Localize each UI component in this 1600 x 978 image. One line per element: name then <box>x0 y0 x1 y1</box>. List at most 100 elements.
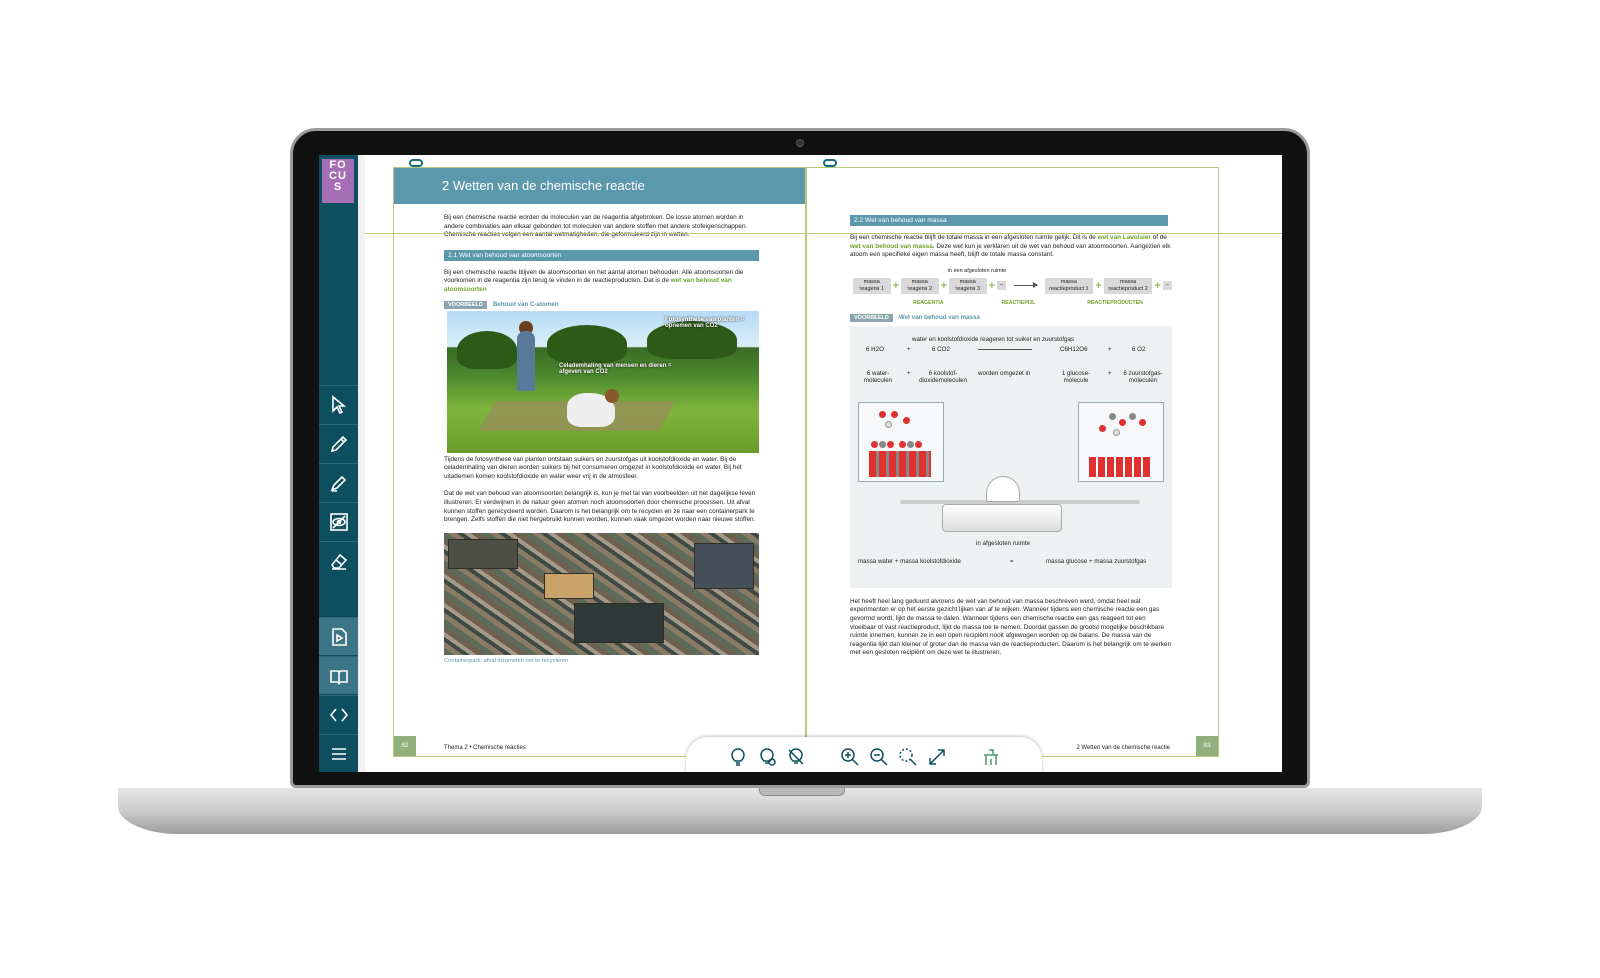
park-photo: Fotosynthese van planten = opnemen van C… <box>447 310 759 453</box>
pointer-tool[interactable] <box>319 385 358 423</box>
girl <box>517 330 535 391</box>
eq-word: 6 zuurstofgas-moleculen <box>1123 369 1163 384</box>
right-vessel <box>1078 401 1164 482</box>
body-text: Het heeft heel lang geduurd alvorens de … <box>850 597 1172 657</box>
shed <box>574 602 664 643</box>
eq-term: + <box>907 345 911 353</box>
balance-base <box>942 503 1062 532</box>
bottom-toolbar <box>686 737 1042 772</box>
laptop-notch <box>759 788 845 796</box>
photo-label-respiration: Celademhaling van mensen en dieren = afg… <box>559 362 672 375</box>
code-tool[interactable] <box>319 695 358 733</box>
sidebar: FO CU S <box>319 155 358 772</box>
reagent-box: – <box>997 281 1007 291</box>
text-part: of de <box>1152 234 1167 241</box>
oxygen-atom <box>1119 418 1126 426</box>
eraser-tool[interactable] <box>319 541 358 579</box>
book-viewer: 2 Wetten van de chemische reactie Bij ee… <box>365 155 1282 772</box>
marker-tool[interactable] <box>319 463 358 501</box>
hide-icon <box>329 512 348 531</box>
shed <box>544 572 594 599</box>
eq-word: 6 water-moleculen <box>863 369 893 384</box>
oxygen-atom <box>915 440 922 448</box>
oxygen-atom <box>887 440 894 448</box>
lightbulb-hide-button[interactable] <box>785 746 807 768</box>
link-icon[interactable] <box>409 159 423 167</box>
hide-tool[interactable] <box>319 502 358 540</box>
oxygen-atom <box>1099 424 1106 432</box>
book-tool[interactable] <box>319 656 358 694</box>
body-text: Dat de wet van behoud van atoomsoorten b… <box>444 490 756 524</box>
lightbulb-icon <box>730 748 745 766</box>
oxygen-atom <box>871 440 878 448</box>
text-part: Bij een chemische reactie blijft de tota… <box>850 234 1096 241</box>
zoom-in-button[interactable] <box>839 746 861 768</box>
zoom-fit-button[interactable] <box>897 746 919 768</box>
section-title: 2.1 Wet van behoud van atoomsoorten <box>444 249 759 261</box>
section-text: Bij een chemische reactie blijft de tota… <box>850 234 1172 260</box>
screen: FO CU S 2 Wetten van de chemische reactie … <box>319 155 1282 772</box>
eq-word: 6 koolstof-dioxidemoleculen <box>919 369 967 384</box>
guide-line <box>365 233 1282 234</box>
eraser-icon <box>330 553 347 570</box>
plus-sign: + <box>940 279 947 292</box>
eq-term: 6 O2 <box>1132 345 1146 353</box>
plus-sign: + <box>988 279 995 292</box>
oxygen-atom <box>903 416 910 424</box>
plus-sign: + <box>1095 279 1102 292</box>
term-link[interactable]: wet van behoud van massa <box>850 243 933 250</box>
oxygen-atom <box>1139 418 1146 426</box>
balance-dial <box>986 475 1020 502</box>
shed <box>448 538 518 569</box>
reagent-box: massa reagens 2 <box>901 277 939 294</box>
zoom-out-icon <box>869 748 888 766</box>
carbon-atom <box>907 440 914 448</box>
shed <box>694 542 754 589</box>
mass-left: massa water + massa koolstofdioxide <box>858 557 962 565</box>
chapter-title: 2 Wetten van de chemische reactie <box>394 168 805 204</box>
lightbulb-button[interactable] <box>727 746 749 768</box>
eq-word: + <box>907 369 911 377</box>
lightbulb-show-icon <box>759 748 776 766</box>
tree <box>457 330 517 369</box>
zoom-out-button[interactable] <box>868 746 890 768</box>
link-icon[interactable] <box>823 159 837 167</box>
label-reagents: REAGENTIA <box>913 299 944 306</box>
focus-logo: FO CU S <box>322 159 354 203</box>
eq-word: worden omgezet in <box>978 369 1031 377</box>
video-tool[interactable] <box>319 617 358 655</box>
balance-caption: in afgesloten ruimte <box>976 539 1030 547</box>
example-badge: VOORBEELD <box>850 313 893 322</box>
fullscreen-button[interactable] <box>926 746 948 768</box>
example-title: Behoud van C-atomen <box>492 301 559 309</box>
term-link[interactable]: wet van Lavoisier <box>1098 234 1151 241</box>
eq-arrow <box>978 348 1032 350</box>
product-box: – <box>1162 281 1172 291</box>
lightbulb-show-button[interactable] <box>756 746 778 768</box>
dog-ear <box>605 388 619 403</box>
mass-right: massa glucose + massa zuurstofgas <box>1046 557 1147 565</box>
carbon-atom <box>1129 412 1136 420</box>
page-number: 82 <box>394 736 416 756</box>
reagent-box: massa reagens 1 <box>853 277 891 294</box>
o2-stack <box>1089 456 1151 477</box>
plus-sign: + <box>892 279 899 292</box>
oxygen-atom <box>891 410 898 418</box>
oxygen-atom <box>879 410 886 418</box>
tree <box>547 324 627 363</box>
pencil-tool[interactable] <box>319 424 358 462</box>
page-number: 83 <box>1196 736 1218 756</box>
co2-stack <box>869 450 931 477</box>
section-text: Bij een chemische reactie blijven de ato… <box>444 269 759 295</box>
menu-icon <box>331 747 346 760</box>
eq-word: 1 glucose-molecule <box>1061 369 1091 384</box>
eq-term: + <box>1108 345 1112 353</box>
example-header: VOORBEELD Wet van behoud van massa <box>850 313 1172 322</box>
page-view-button[interactable] <box>980 746 1002 768</box>
eq-term: C6H12O6 <box>1060 345 1088 353</box>
oxygen-atom <box>899 440 906 448</box>
fullscreen-icon <box>928 749 945 765</box>
code-icon <box>329 707 348 722</box>
menu-tool[interactable] <box>319 734 358 772</box>
photo-label-photosynthesis: Fotosynthese van planten = opnemen van C… <box>665 316 745 329</box>
